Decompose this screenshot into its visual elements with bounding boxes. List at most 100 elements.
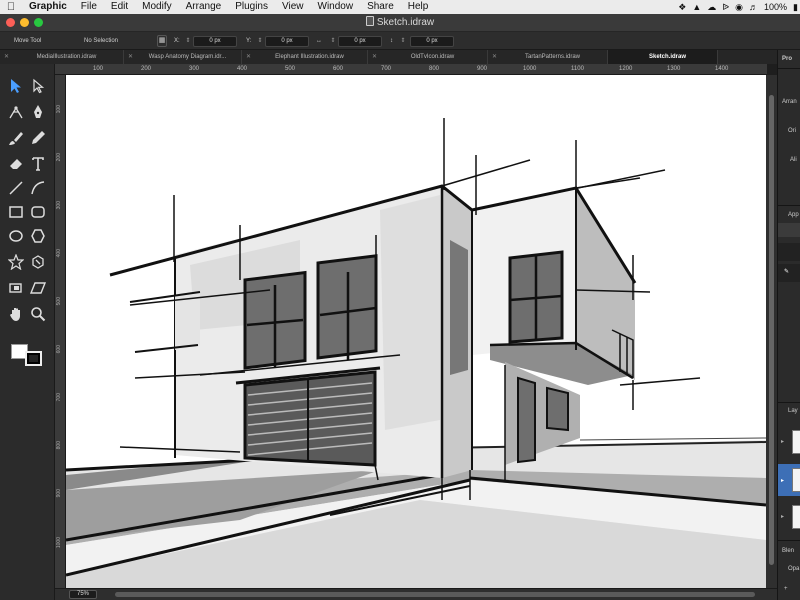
text-tool-icon[interactable] [28,154,48,174]
zoom-tool-icon[interactable] [28,304,48,324]
ruler-label: 500 [56,297,62,306]
layer-expand-icon[interactable]: ▸ [781,477,784,484]
layer-expand-icon[interactable]: ▸ [781,438,784,445]
line-tool-icon[interactable] [6,178,26,198]
rectangle-tool-icon[interactable] [6,202,26,222]
stroke-color-swatch[interactable] [25,351,42,366]
ruler-label: 100 [93,66,104,72]
menu-help[interactable]: Help [401,0,436,14]
ruler-label: 700 [56,393,62,402]
ruler-label: 500 [285,66,296,72]
close-tab-icon[interactable]: ✕ [4,50,9,64]
battery-icon[interactable]: ▮ [793,2,798,13]
dropbox-icon[interactable]: ❖ [678,2,686,13]
y-stepper[interactable]: ⇕ [257,36,263,47]
house-sketch-artwork [66,118,766,588]
tab-old-tv-icon[interactable]: ✕ OldTvIcon.idraw [368,50,488,64]
ruler-label: 300 [56,201,62,210]
tab-label: Wasp Anatomy Diagram.idr... [148,54,227,60]
x-field[interactable]: 0 px [193,36,237,47]
rounded-rectangle-tool-icon[interactable] [28,202,48,222]
menu-view[interactable]: View [275,0,311,14]
eraser-tool-icon[interactable] [6,154,26,174]
volume-icon[interactable]: ♬ [749,2,758,12]
ruler-label: 900 [56,489,62,498]
polygon-tool-icon[interactable] [28,226,48,246]
direct-selection-tool-icon[interactable] [28,76,48,96]
menu-file[interactable]: File [74,0,104,14]
wifi-icon[interactable]: ◉ [735,2,743,13]
layer-expand-icon[interactable]: ▸ [781,513,784,520]
window-title: Sketch.idraw [0,14,800,32]
tab-label: Elephant Illustration.idraw [275,54,344,60]
inspector-arrange-label: Arran [782,99,797,105]
tab-sketch[interactable]: Sketch.idraw [608,50,718,64]
zoom-level-control[interactable]: 75% [69,590,97,599]
close-tab-icon[interactable]: ✕ [492,50,497,64]
pencil-tool-icon[interactable] [28,128,48,148]
inspector-layers-label: Lay [788,408,798,414]
layer-thumbnail[interactable] [792,468,800,492]
horizontal-scroll-thumb[interactable] [115,592,755,597]
menu-edit[interactable]: Edit [104,0,135,14]
y-field[interactable]: 0 px [265,36,309,47]
transform-tool-icon[interactable] [28,252,48,272]
menu-plugins[interactable]: Plugins [228,0,275,14]
ruler-label: 1300 [667,66,681,72]
height-stepper[interactable]: ⇕ [400,36,406,47]
ellipse-tool-icon[interactable] [6,226,26,246]
menu-window[interactable]: Window [311,0,361,14]
close-tab-icon[interactable]: ✕ [372,50,377,64]
vector-tool-icon[interactable] [6,102,26,122]
divider [778,402,800,403]
width-stepper[interactable]: ⇕ [330,36,336,47]
tab-wasp-anatomy[interactable]: ✕ Wasp Anatomy Diagram.idr... [124,50,242,64]
menu-share[interactable]: Share [360,0,401,14]
color-swatches [9,342,45,370]
selection-tool-icon[interactable] [6,76,26,96]
brush-tool-icon[interactable] [6,128,26,148]
crop-tool-icon[interactable] [6,278,26,298]
tab-tartan-patterns[interactable]: ✕ TartanPatterns.idraw [488,50,608,64]
arrange-button[interactable]: ▦ [157,35,167,47]
drawing-canvas[interactable] [66,75,766,588]
apple-icon[interactable]:  [0,1,22,13]
ruler-label: 1200 [619,66,633,72]
pen-tool-icon[interactable] [28,102,48,122]
divider [778,68,800,69]
tab-media-illustration[interactable]: ✕ MediaIllustration.idraw [0,50,124,64]
bluetooth-icon[interactable]: ᐉ [722,2,729,13]
stroke-pen-icon: ✎ [784,269,790,275]
skew-tool-icon[interactable] [28,278,48,298]
menu-app-name[interactable]: Graphic [22,0,74,14]
appearance-fill-row[interactable] [778,243,800,261]
cloud-icon[interactable]: ☁ [707,2,716,13]
add-layer-button[interactable]: + [784,586,788,592]
menu-arrange[interactable]: Arrange [179,0,229,14]
ruler-label: 400 [56,249,62,258]
star-tool-icon[interactable] [6,252,26,272]
close-tab-icon[interactable]: ✕ [246,50,251,64]
ruler-label: 1000 [56,537,62,549]
width-field[interactable]: 0 px [338,36,382,47]
ruler-label: 900 [477,66,488,72]
close-tab-icon[interactable]: ✕ [128,50,133,64]
inspector-properties-title: Pro [782,56,793,62]
battery-percent[interactable]: 100% [764,2,787,12]
hand-tool-icon[interactable] [6,304,26,324]
layer-thumbnail[interactable] [792,505,800,529]
vertical-scroll-thumb[interactable] [769,95,774,565]
height-field[interactable]: 0 px [410,36,454,47]
arc-tool-icon[interactable] [28,178,48,198]
x-label: X: [174,38,180,44]
document-tabs: ✕ MediaIllustration.idraw ✕ Wasp Anatomy D… [0,50,778,64]
ruler-label: 200 [141,66,152,72]
tab-elephant-illustration[interactable]: ✕ Elephant Illustration.idraw [242,50,368,64]
x-stepper[interactable]: ⇕ [185,36,191,47]
menu-bar:  Graphic File Edit Modify Arrange Plugi… [0,0,800,14]
layer-thumbnail[interactable] [792,430,800,454]
evernote-icon[interactable]: ▲ [692,2,701,12]
ruler-label: 300 [189,66,200,72]
vertical-scrollbar[interactable] [766,75,777,588]
menu-modify[interactable]: Modify [135,0,178,14]
